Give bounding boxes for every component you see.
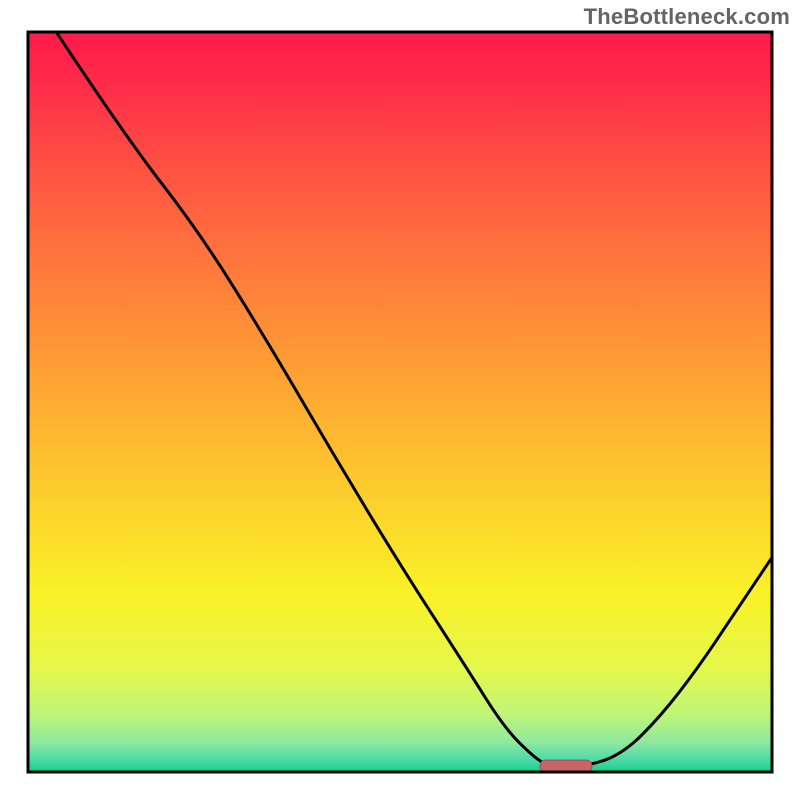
bottleneck-chart bbox=[0, 0, 800, 800]
optimal-marker bbox=[540, 760, 592, 772]
watermark-text: TheBottleneck.com bbox=[584, 4, 790, 30]
plot-background bbox=[28, 32, 772, 772]
